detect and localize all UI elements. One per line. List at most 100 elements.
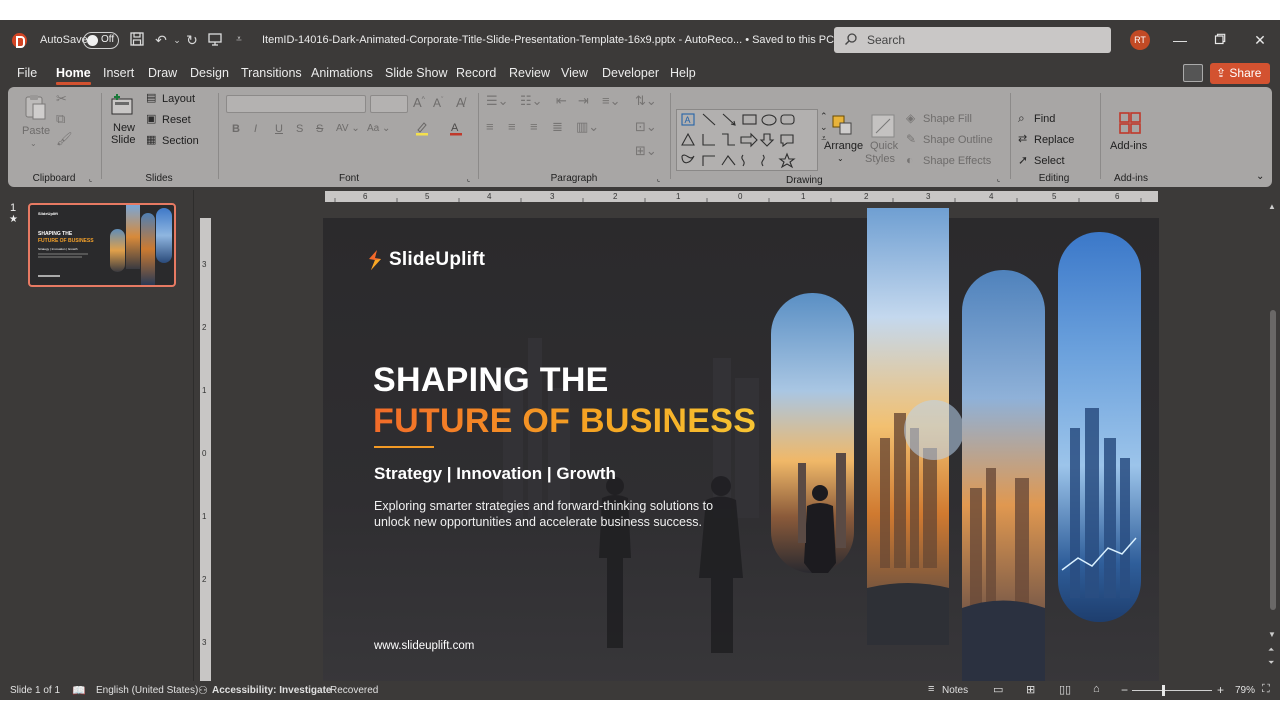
- slide-title-line-1[interactable]: SHAPING THE: [373, 361, 609, 400]
- redo-icon[interactable]: ↻: [183, 31, 201, 49]
- scroll-down-icon[interactable]: ▼: [1268, 630, 1276, 639]
- powerpoint-window: AutoSave Off ↶ ⌄ ↻ ⩡ ItemID-14016-Dark-A…: [0, 20, 1280, 700]
- ruler-label: 6: [363, 192, 368, 201]
- shape-fill-button[interactable]: Shape Fill: [923, 113, 972, 125]
- drawing-group-label: Drawing: [786, 175, 823, 186]
- accessibility-icon[interactable]: ⚇: [198, 684, 208, 697]
- notes-icon: ≡: [928, 683, 935, 695]
- drawing-launcher-icon[interactable]: ⌞: [997, 175, 1000, 183]
- ruler-label: 4: [989, 192, 994, 201]
- quick-styles-label[interactable]: Quick: [870, 140, 898, 152]
- slideshow-view-icon[interactable]: ⌂: [1093, 683, 1100, 695]
- ruler-label: 2: [864, 192, 869, 201]
- collapse-ribbon-icon[interactable]: ⌄: [1256, 171, 1264, 182]
- pane-divider[interactable]: [193, 190, 194, 686]
- thumb-url-line: [38, 275, 60, 277]
- ruler-label: 4: [487, 192, 492, 201]
- drawing-group: A ⌃ ⌄ ⩡ Arrange ⌄ Quick Styles ◈ Shape F…: [8, 87, 1010, 187]
- tab-design[interactable]: Design: [190, 66, 229, 80]
- tab-view[interactable]: View: [561, 66, 588, 80]
- arrange-dropdown-icon[interactable]: ⌄: [837, 154, 844, 163]
- comments-icon[interactable]: [1183, 64, 1203, 82]
- accessibility-status[interactable]: Accessibility: Investigate: [212, 685, 332, 696]
- arrange-icon[interactable]: [830, 113, 854, 140]
- zoom-slider-thumb[interactable]: [1162, 685, 1165, 696]
- ribbon: Paste ⌄ ✂ ⧉ 🖌 Clipboard ⌞ New Slide ▤ La…: [8, 87, 1272, 187]
- tab-slide-show[interactable]: Slide Show: [385, 66, 448, 80]
- tab-review[interactable]: Review: [509, 66, 550, 80]
- slide-subtitle[interactable]: Strategy | Innovation | Growth: [374, 464, 616, 484]
- present-icon[interactable]: [206, 31, 224, 49]
- animation-star-icon: ★: [9, 214, 18, 225]
- previous-slide-icon[interactable]: ⏶: [1268, 645, 1274, 655]
- tab-home[interactable]: Home: [56, 66, 91, 85]
- reading-view-icon[interactable]: ▯▯: [1059, 683, 1071, 696]
- shape-outline-button[interactable]: Shape Outline: [923, 134, 993, 146]
- editing-group: ⌕ Find ⇄ Replace ➚ Select Editing: [1012, 87, 1096, 187]
- arrange-button[interactable]: Arrange: [824, 140, 863, 152]
- slide-sorter-icon[interactable]: ⊞: [1026, 683, 1035, 696]
- slide-body-text[interactable]: Exploring smarter strategies and forward…: [374, 499, 714, 530]
- ruler-label: 3: [202, 638, 207, 647]
- spelling-icon[interactable]: 📖: [72, 684, 86, 697]
- tab-developer[interactable]: Developer: [602, 66, 659, 80]
- slide-canvas[interactable]: SlideUplift SHAPING THE FUTURE OF BUSINE…: [323, 208, 1159, 698]
- tab-transitions[interactable]: Transitions: [241, 66, 302, 80]
- minimize-icon[interactable]: —: [1168, 28, 1192, 52]
- tab-insert[interactable]: Insert: [103, 66, 134, 80]
- ruler-label: 1: [801, 192, 806, 201]
- find-button[interactable]: Find: [1034, 113, 1055, 125]
- quick-styles-label-2[interactable]: Styles: [865, 153, 895, 165]
- select-button[interactable]: Select: [1034, 155, 1065, 167]
- customize-qat-icon[interactable]: ⩡: [230, 31, 248, 49]
- logo-text: SlideUplift: [389, 249, 486, 270]
- editing-group-label: Editing: [1038, 173, 1070, 184]
- replace-button[interactable]: Replace: [1034, 134, 1074, 146]
- zoom-in-icon[interactable]: +: [1217, 683, 1224, 697]
- zoom-out-icon[interactable]: −: [1121, 683, 1128, 697]
- vertical-scrollbar[interactable]: ▲ ▼ ⏶ ⏷: [1266, 190, 1280, 680]
- zoom-level[interactable]: 79%: [1235, 685, 1255, 696]
- shape-effects-button[interactable]: Shape Effects: [923, 155, 991, 167]
- tab-draw[interactable]: Draw: [148, 66, 177, 80]
- ruler-label: 0: [202, 449, 207, 458]
- ruler-label: 2: [613, 192, 618, 201]
- tab-file[interactable]: File: [17, 66, 37, 80]
- shape-outline-icon: ✎: [906, 132, 917, 146]
- avatar[interactable]: RT: [1130, 30, 1150, 50]
- thumb-subtitle: Strategy | Innovation | Growth: [38, 247, 78, 251]
- scroll-up-icon[interactable]: ▲: [1268, 202, 1276, 211]
- next-slide-icon[interactable]: ⏷: [1268, 658, 1274, 668]
- title-accent-rule: [374, 446, 434, 448]
- recovered-label: Recovered: [330, 685, 379, 696]
- slide-title-line-2[interactable]: FUTURE OF BUSINESS: [373, 402, 756, 441]
- slide-thumbnail-1[interactable]: SlideUplift SHAPING THE FUTURE OF BUSINE…: [28, 203, 176, 287]
- language[interactable]: English (United States): [96, 685, 198, 696]
- search-input[interactable]: Search: [834, 27, 1111, 53]
- zoom-slider[interactable]: [1132, 690, 1212, 691]
- replace-icon: ⇄: [1018, 133, 1028, 145]
- tab-animations[interactable]: Animations: [311, 66, 373, 80]
- shapes-gallery[interactable]: A: [676, 109, 818, 171]
- ruler-label: 3: [202, 260, 207, 269]
- scrollbar-thumb[interactable]: [1270, 310, 1276, 610]
- tab-record[interactable]: Record: [456, 66, 496, 80]
- normal-view-icon[interactable]: ▭: [993, 683, 1003, 696]
- title-bar: AutoSave Off ↶ ⌄ ↻ ⩡ ItemID-14016-Dark-A…: [0, 20, 1280, 60]
- slide-url[interactable]: www.slideuplift.com: [374, 640, 474, 652]
- addins-button[interactable]: Add-ins: [1110, 140, 1147, 152]
- close-icon[interactable]: ✕: [1248, 28, 1272, 52]
- slideuplift-logo: SlideUplift: [367, 249, 485, 271]
- save-icon[interactable]: [128, 31, 146, 49]
- ruler-label: 1: [676, 192, 681, 201]
- notes-button[interactable]: Notes: [942, 685, 968, 696]
- tab-help[interactable]: Help: [670, 66, 696, 80]
- addins-group-label: Add-ins: [1114, 173, 1148, 184]
- share-button[interactable]: ⇪ Share ⌄: [1210, 63, 1270, 101]
- addins-icon[interactable]: [1118, 111, 1142, 138]
- restore-icon[interactable]: [1208, 28, 1232, 52]
- slide-count[interactable]: Slide 1 of 1: [10, 685, 60, 696]
- fit-to-window-icon[interactable]: ⛶: [1262, 683, 1270, 696]
- quick-styles-icon[interactable]: [870, 113, 896, 142]
- autosave-toggle[interactable]: Off: [83, 32, 119, 49]
